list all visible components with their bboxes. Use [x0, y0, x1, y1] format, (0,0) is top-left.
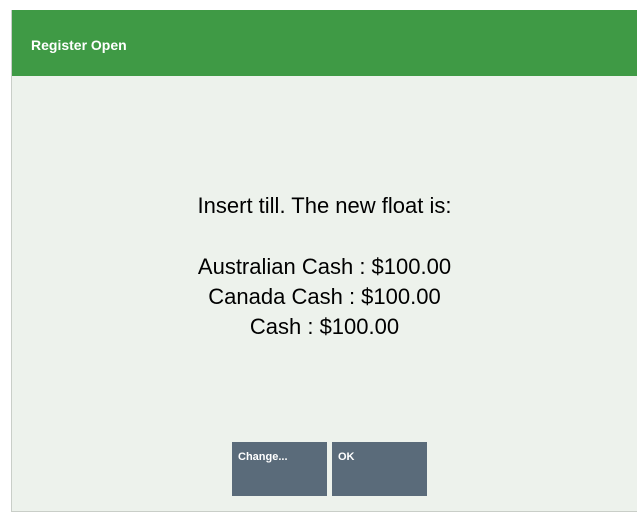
change-button[interactable]: Change... [232, 442, 327, 496]
dialog-title: Register Open [31, 37, 127, 53]
ok-button[interactable]: OK [332, 442, 427, 496]
float-line-australian-cash: Australian Cash : $100.00 [197, 254, 452, 279]
float-line-canada-cash: Canada Cash : $100.00 [208, 284, 441, 309]
ok-button-label: OK [338, 451, 355, 463]
float-line-cash: Cash : $100.00 [249, 314, 400, 339]
title-bar: Register Open [12, 10, 637, 76]
change-button-label: Change... [238, 451, 288, 463]
register-open-dialog: Register Open Insert till. The new float… [11, 10, 637, 512]
message-heading: Insert till. The new float is: [197, 193, 452, 218]
